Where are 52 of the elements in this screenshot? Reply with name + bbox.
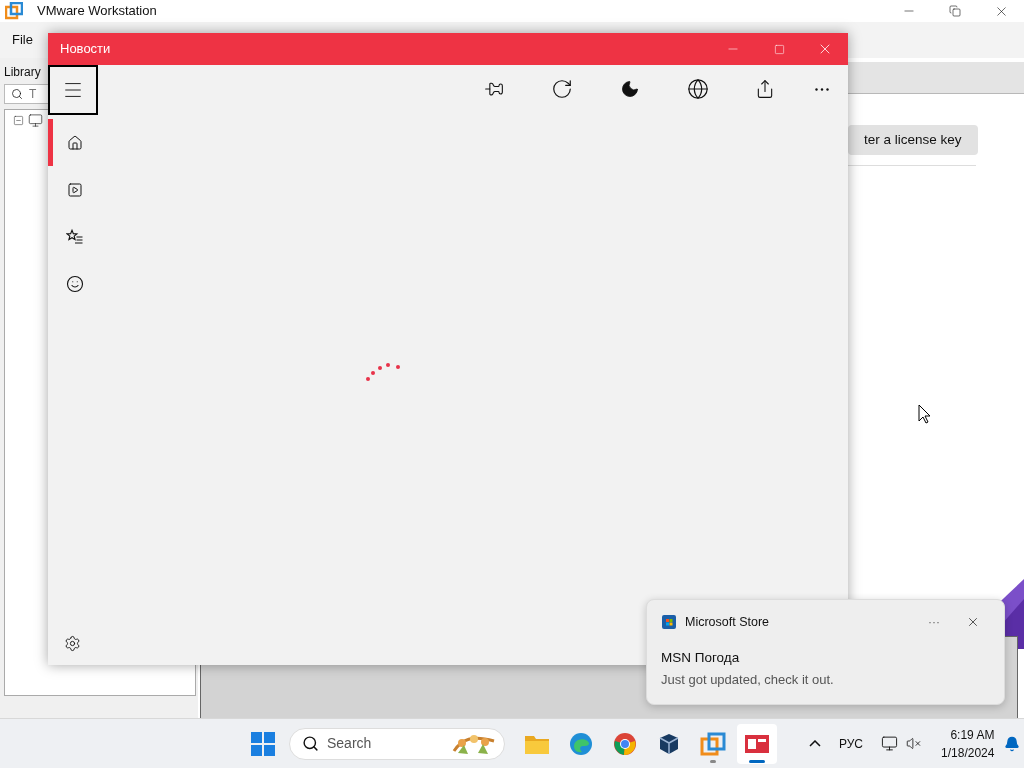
chevron-up-icon (809, 740, 821, 747)
app-icon (5, 2, 23, 20)
notification-body: Just got updated, check it out. (661, 671, 835, 689)
monitor-icon (28, 113, 43, 128)
running-indicator (749, 759, 765, 763)
moon-icon (620, 79, 640, 99)
running-indicator (710, 759, 716, 763)
loading-spinner-icon (365, 362, 401, 382)
search-icon (302, 735, 319, 752)
notification-title: MSN Погода (661, 648, 741, 667)
maximize-icon (773, 43, 785, 55)
taskbar-app-button[interactable] (737, 723, 777, 764)
notification-bell-icon[interactable] (1004, 735, 1021, 752)
show-hidden-icons-button[interactable] (809, 740, 821, 747)
network-icon[interactable] (881, 735, 899, 752)
search-field[interactable]: Search (289, 727, 505, 760)
browser-icon (569, 731, 593, 756)
search-icon (11, 88, 23, 100)
refresh-icon (551, 78, 573, 100)
restore-icon (949, 5, 961, 17)
library-label: Library (4, 64, 42, 81)
home-icon (66, 134, 83, 151)
share-icon (755, 79, 775, 99)
start-button[interactable] (250, 730, 276, 757)
app-name: Microsoft Store (685, 614, 770, 631)
search-field[interactable]: T (4, 84, 48, 104)
mouse-cursor-icon (918, 404, 932, 424)
window-title: Новости (60, 40, 111, 59)
newspaper-icon (744, 732, 770, 755)
play-icon (66, 181, 83, 198)
settings-icon (63, 634, 81, 652)
browser-icon (613, 731, 637, 756)
clock-date[interactable]: 1/18/2024 (941, 743, 995, 762)
language-indicator[interactable]: РУС (839, 734, 864, 753)
search-placeholder: T (29, 86, 37, 103)
windows-logo-icon (251, 731, 275, 756)
more-button[interactable]: ··· (928, 613, 940, 632)
license-key-button[interactable]: ter a license key (848, 125, 978, 155)
smiley-icon (65, 274, 84, 293)
collapse-icon[interactable] (13, 115, 24, 126)
star-list-icon (65, 227, 84, 246)
clock-time[interactable]: 6:19 AM (950, 725, 995, 744)
search-placeholder: Search (327, 734, 372, 753)
globe-icon (687, 78, 709, 100)
muted-speaker-icon[interactable] (906, 736, 922, 751)
window-title: VMware Workstation (37, 2, 157, 21)
menu-button[interactable] (48, 65, 98, 115)
overlapping-squares-icon (700, 730, 726, 757)
store-icon (661, 614, 677, 631)
more-icon (815, 87, 829, 91)
cube-icon (657, 731, 681, 756)
menu-item[interactable]: File (12, 30, 33, 50)
